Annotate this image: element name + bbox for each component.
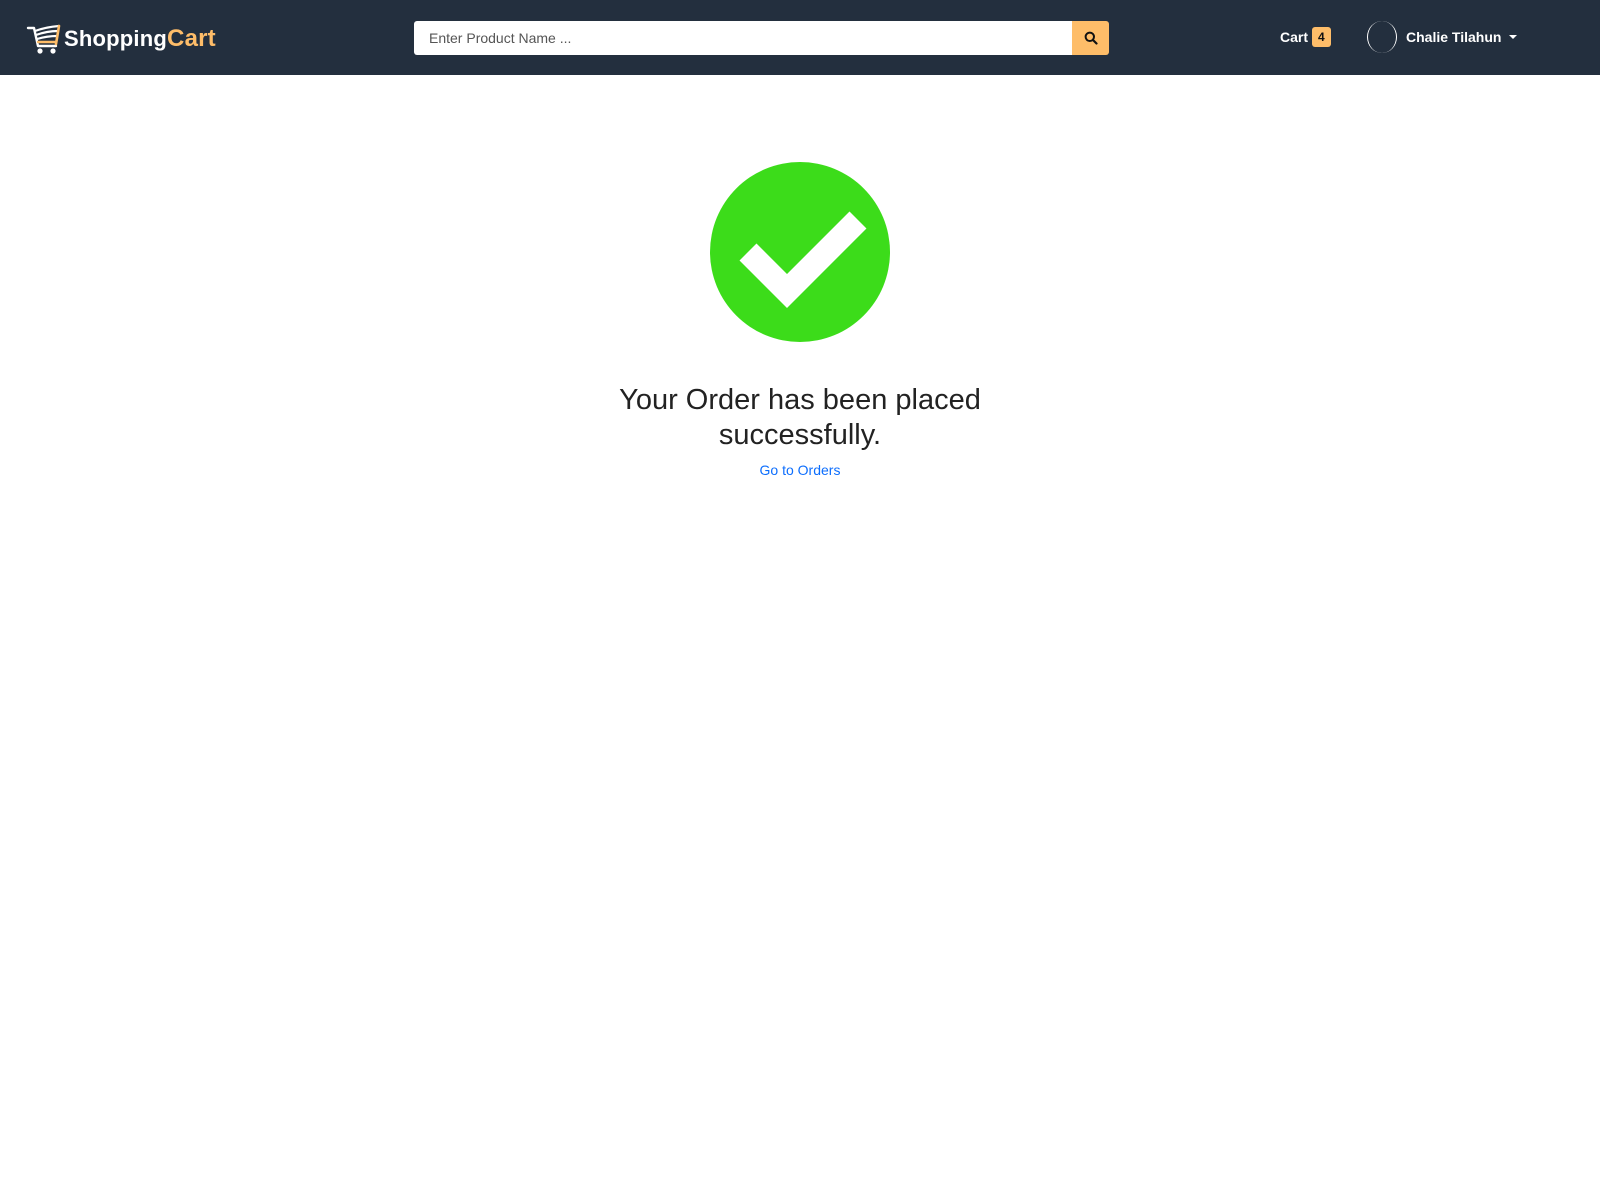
logo-text: ShoppingCart [64, 25, 216, 53]
check-circle-icon [710, 162, 890, 342]
success-message: Your Order has been placed successfully. [619, 384, 981, 451]
cart-link[interactable]: Cart 4 [1280, 26, 1331, 48]
cart-label: Cart [1280, 29, 1309, 45]
logo[interactable]: ShoppingCart [26, 22, 216, 56]
shopping-cart-icon [26, 24, 61, 54]
user-menu[interactable]: Chalie Tilahun [1367, 21, 1518, 53]
search-input[interactable] [414, 21, 1072, 55]
logo-text-primary: Shopping [64, 26, 168, 51]
avatar-icon [1367, 21, 1397, 53]
user-name: Chalie Tilahun [1406, 29, 1502, 45]
search-bar [414, 21, 1109, 55]
navbar: ShoppingCart Cart 4 Chalie Tilahun [0, 0, 1600, 75]
logo-text-accent: Cart [167, 25, 216, 52]
search-button[interactable] [1072, 21, 1109, 55]
chevron-down-icon [1509, 35, 1518, 39]
search-icon [1084, 31, 1098, 45]
go-to-orders-link[interactable]: Go to Orders [700, 462, 900, 478]
cart-count-badge: 4 [1312, 27, 1331, 47]
